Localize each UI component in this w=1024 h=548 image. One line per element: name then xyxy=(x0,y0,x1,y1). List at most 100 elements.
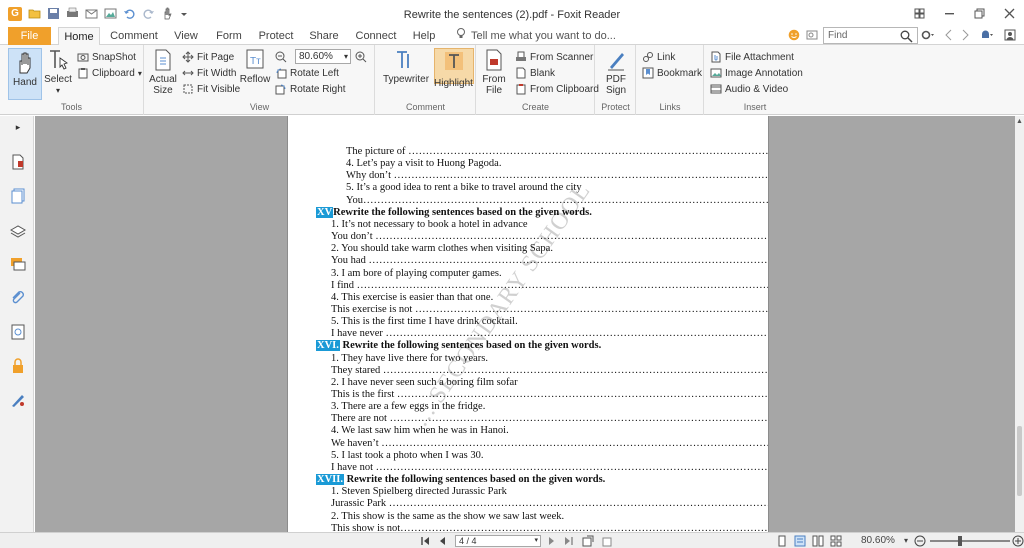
snapshot-button[interactable]: SnapShot xyxy=(77,49,136,65)
hand-tool-icon[interactable] xyxy=(161,7,174,20)
image-icon[interactable] xyxy=(104,7,117,20)
file-attachment-button[interactable]: File Attachment xyxy=(710,49,794,65)
tab-connect[interactable]: Connect xyxy=(350,27,402,45)
customize-toolbar-icon[interactable] xyxy=(180,7,188,20)
go-forward-icon[interactable] xyxy=(600,535,612,548)
document-line: 1. It’s not necessary to book a hotel in… xyxy=(331,219,528,230)
zoom-slider-thumb[interactable] xyxy=(958,536,962,546)
tell-me-search[interactable]: Tell me what you want to do... xyxy=(456,27,616,45)
document-viewport[interactable]: ... SECONDARY SCHOOL The picture of …………… xyxy=(35,116,1015,532)
tab-protect[interactable]: Protect xyxy=(252,27,300,45)
signature-icon[interactable] xyxy=(10,392,26,408)
open-icon[interactable] xyxy=(28,7,41,20)
last-page-icon[interactable] xyxy=(564,535,574,548)
group-label-protect: Protect xyxy=(601,102,630,112)
print-icon[interactable] xyxy=(66,7,79,20)
scroll-up-icon[interactable]: ▲ xyxy=(1016,118,1023,125)
bookmark-button[interactable]: Bookmark xyxy=(642,65,702,81)
find-previous-icon[interactable] xyxy=(944,29,952,44)
pdf-sign-button[interactable]: PDF Sign xyxy=(601,48,631,96)
line-text: 4. Let’s pay a visit to Huong Pagoda. xyxy=(346,158,502,170)
continuous-view-icon[interactable] xyxy=(794,535,806,548)
continuous-facing-view-icon[interactable] xyxy=(830,535,842,548)
bell-icon[interactable] xyxy=(980,29,994,44)
facing-view-icon[interactable] xyxy=(812,535,824,548)
line-text: You had ……………………………………………………………………………………… xyxy=(331,255,768,267)
document-line: They stared …………………………………………………………………………… xyxy=(331,364,769,376)
page-thumbnails-icon[interactable] xyxy=(10,154,26,170)
undo-icon[interactable] xyxy=(123,7,136,20)
status-zoom-out-icon[interactable] xyxy=(914,535,926,548)
redo-icon[interactable] xyxy=(142,7,155,20)
rotate-left-button[interactable]: Rotate Left xyxy=(275,65,339,81)
restore-icon[interactable] xyxy=(964,0,994,27)
page-number-input[interactable]: 4 / 4 ▾ xyxy=(455,535,541,547)
tab-share[interactable]: Share xyxy=(304,27,344,45)
pages-icon[interactable] xyxy=(10,188,26,204)
select-button[interactable]: Select ▾ xyxy=(43,48,73,96)
from-clipboard-button[interactable]: From Clipboard xyxy=(515,81,599,97)
quick-access-toolbar xyxy=(28,7,188,20)
email-icon[interactable] xyxy=(85,7,98,20)
zoom-menu-icon[interactable]: ▾ xyxy=(904,535,908,547)
actual-size-button[interactable]: Actual Size xyxy=(148,48,178,96)
attachments-icon[interactable] xyxy=(10,290,26,306)
first-page-icon[interactable] xyxy=(420,535,430,548)
fit-width-button[interactable]: Fit Width xyxy=(182,65,236,81)
blank-button[interactable]: Blank xyxy=(515,65,555,81)
zoom-dropdown-icon: ▾ xyxy=(343,52,348,61)
zoom-out-button[interactable] xyxy=(275,49,287,65)
tab-view[interactable]: View xyxy=(166,27,206,45)
find-next-icon[interactable] xyxy=(962,29,970,44)
tab-help[interactable]: Help xyxy=(407,27,441,45)
minimize-icon[interactable] xyxy=(934,0,964,27)
close-icon[interactable] xyxy=(994,0,1024,27)
document-line: This exercise is not …………………………………………………… xyxy=(331,304,768,315)
previous-page-icon[interactable] xyxy=(438,535,446,548)
ribbon-display-icon[interactable] xyxy=(904,0,934,27)
go-back-icon[interactable] xyxy=(582,535,594,548)
smiley-icon[interactable] xyxy=(788,29,800,44)
app-logo-icon[interactable]: G xyxy=(8,7,22,21)
zoom-slider-track[interactable] xyxy=(930,540,1010,542)
status-zoom-in-icon[interactable] xyxy=(1012,535,1024,548)
layers-icon[interactable] xyxy=(10,222,26,238)
save-icon[interactable] xyxy=(47,7,60,20)
tab-home[interactable]: Home xyxy=(58,27,100,46)
lock-icon[interactable] xyxy=(10,358,26,374)
find-options-icon[interactable] xyxy=(806,29,818,44)
find-search-icon[interactable] xyxy=(900,28,913,44)
rotate-right-button[interactable]: Rotate Right xyxy=(275,81,346,97)
find-settings-icon[interactable] xyxy=(920,29,934,44)
expand-panel-icon[interactable]: ▸ xyxy=(10,119,26,135)
comments-icon[interactable] xyxy=(10,256,26,272)
account-icon[interactable] xyxy=(1004,29,1016,44)
line-text: I have not ……………………………………………………………………………… xyxy=(331,461,768,473)
from-file-button[interactable]: From File xyxy=(480,48,508,96)
tab-file[interactable]: File xyxy=(8,27,51,45)
scrollbar-thumb[interactable] xyxy=(1017,426,1022,496)
vertical-scrollbar[interactable]: ▲ xyxy=(1015,116,1024,532)
zoom-in-button[interactable] xyxy=(355,49,367,65)
tab-comment[interactable]: Comment xyxy=(106,27,162,45)
hand-button[interactable]: Hand xyxy=(8,48,42,100)
reflow-icon: Tт xyxy=(243,48,267,72)
tab-form[interactable]: Form xyxy=(210,27,248,45)
zoom-percentage[interactable]: 80.60% xyxy=(861,535,895,547)
from-scanner-button[interactable]: From Scanner xyxy=(515,49,593,65)
document-line: Why don’t ………………………………………………………………………………… xyxy=(346,170,768,181)
fit-visible-button[interactable]: Fit Visible xyxy=(182,81,240,97)
lightbulb-icon xyxy=(456,27,466,45)
clipboard-button[interactable]: Clipboard ▾ xyxy=(77,65,142,81)
typewriter-button[interactable]: Typewriter xyxy=(381,48,431,85)
line-text: They stared …………………………………………………………………………… xyxy=(331,364,769,376)
audio-video-button[interactable]: Audio & Video xyxy=(710,81,788,97)
zoom-level-select[interactable]: 80.60% ▾ xyxy=(295,49,351,64)
next-page-icon[interactable] xyxy=(548,535,556,548)
single-page-view-icon[interactable] xyxy=(776,535,788,548)
reflow-button[interactable]: Tт Reflow xyxy=(240,48,270,85)
image-annotation-button[interactable]: Image Annotation xyxy=(710,65,803,81)
security-icon[interactable] xyxy=(10,324,26,340)
fit-page-button[interactable]: Fit Page xyxy=(182,49,234,65)
link-button[interactable]: Link xyxy=(642,49,675,65)
